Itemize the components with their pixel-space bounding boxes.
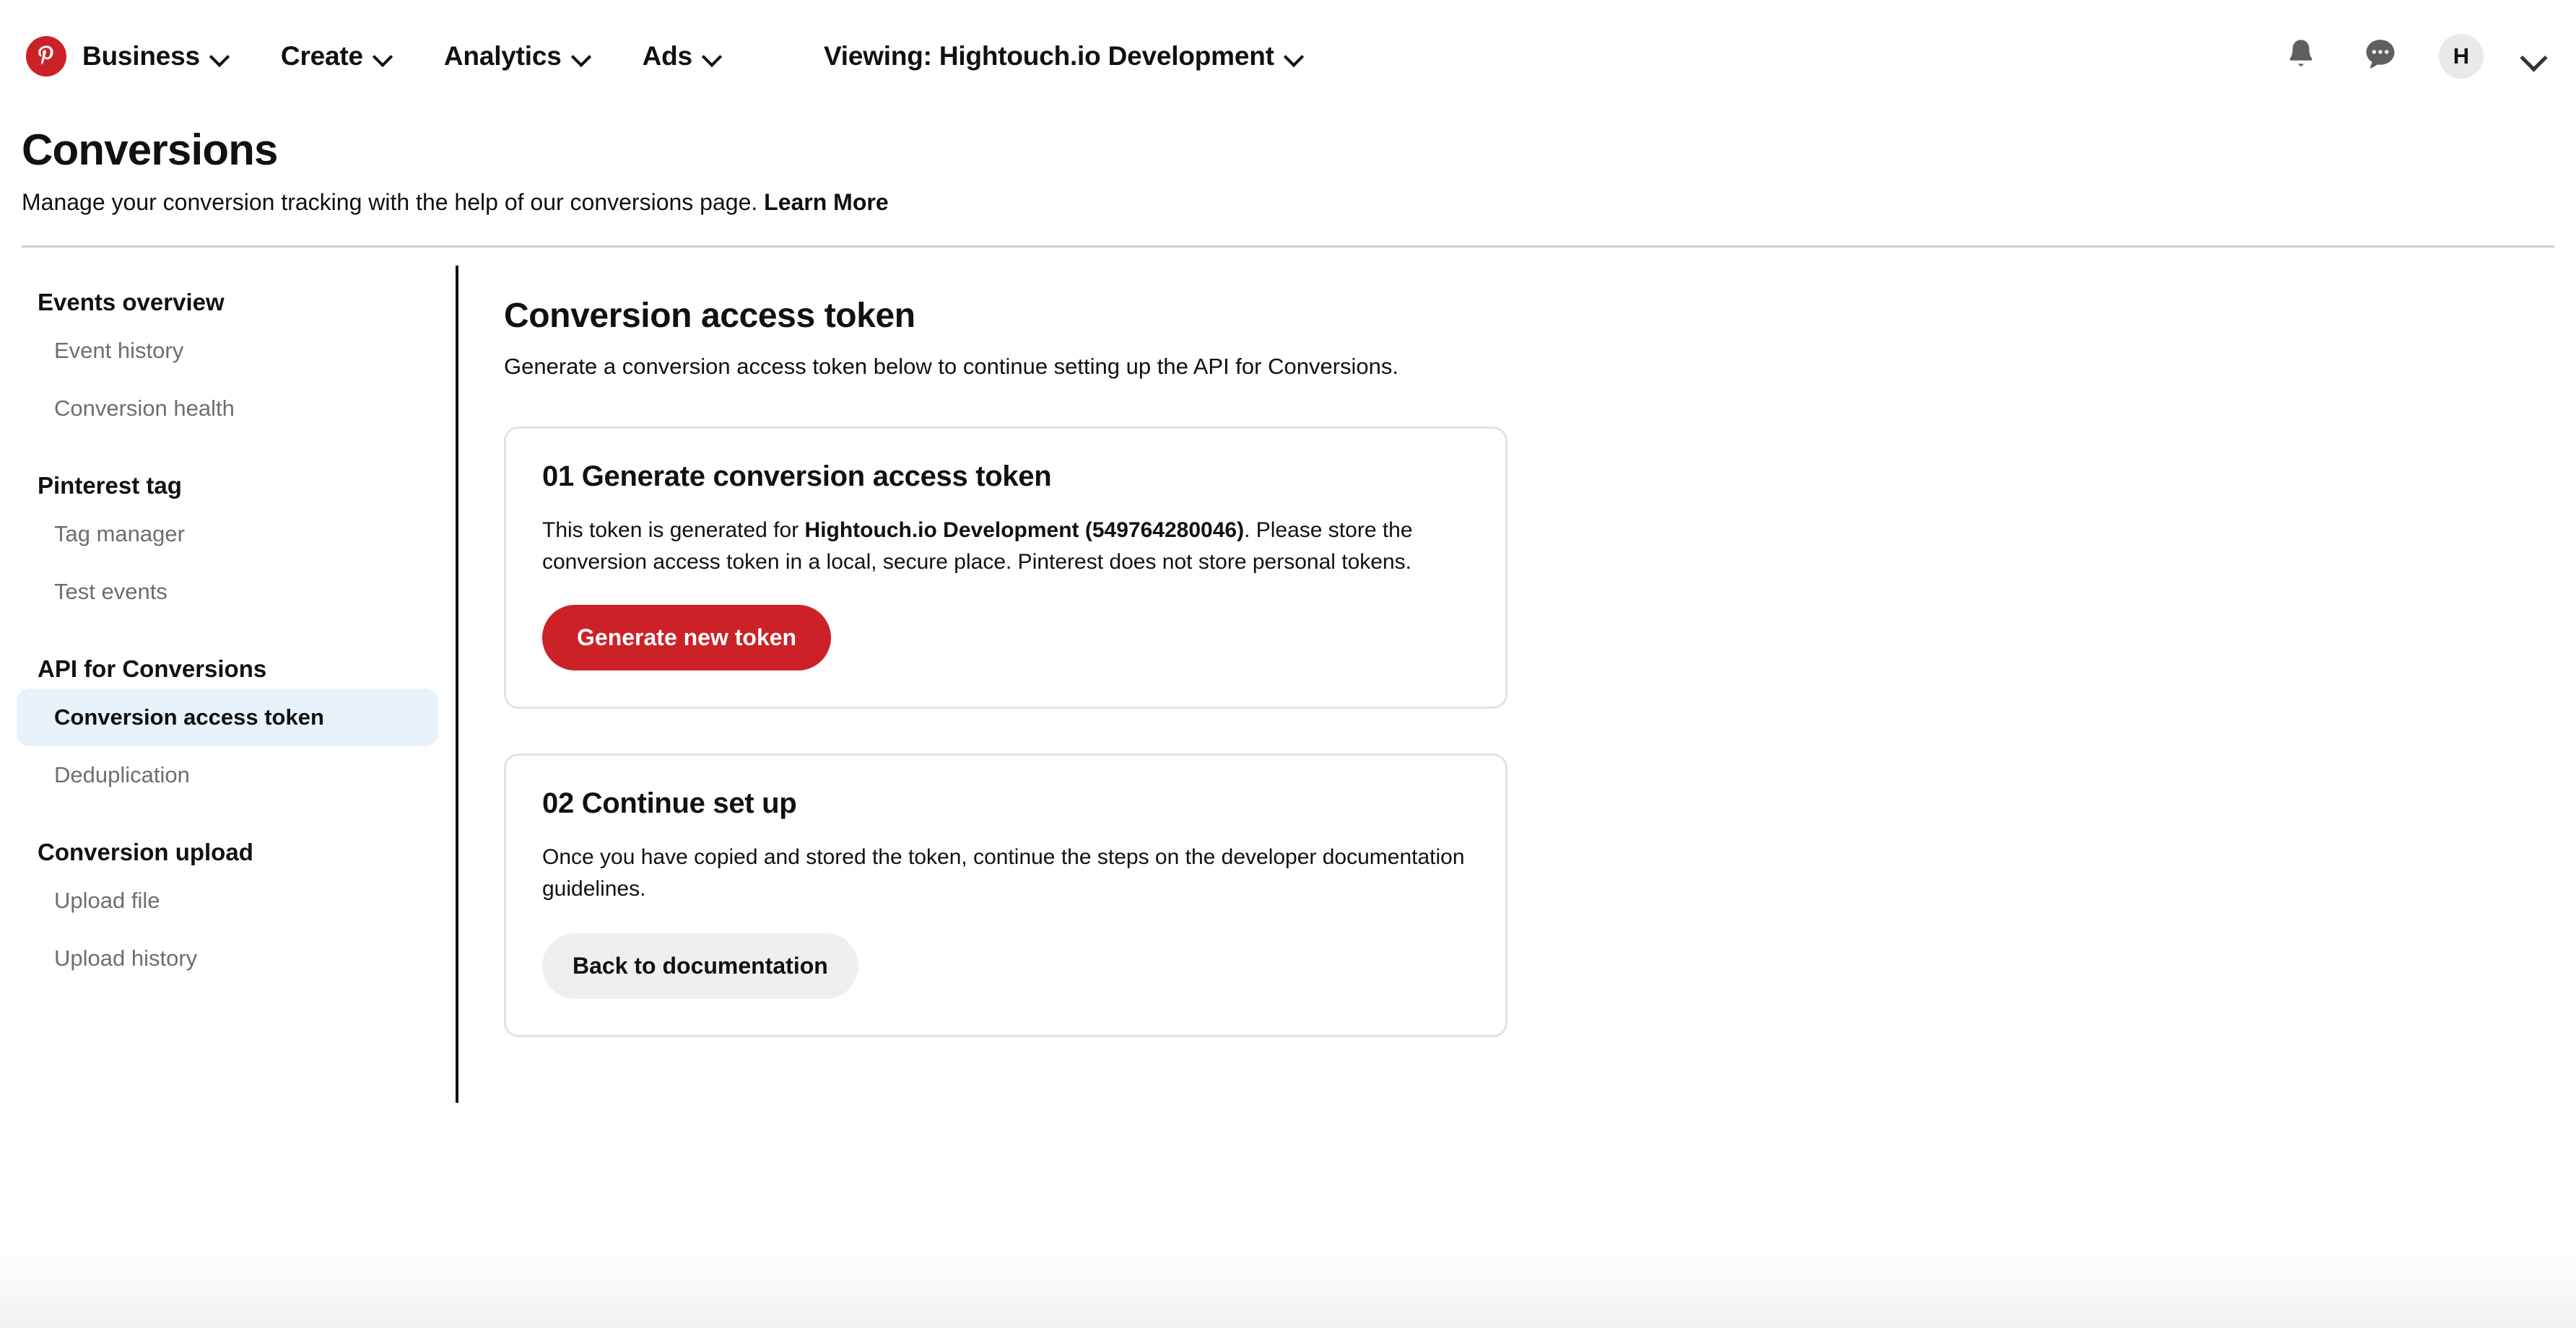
page-title: Conversions xyxy=(22,126,278,174)
sidebar-group-conversion-upload: Conversion upload Upload file Upload his… xyxy=(0,839,455,987)
chevron-down-icon xyxy=(702,47,721,66)
nav-item-create[interactable]: Create xyxy=(281,41,392,71)
card-generate-token: 01 Generate conversion access token This… xyxy=(504,427,1507,709)
sidebar-item-event-history[interactable]: Event history xyxy=(17,322,438,380)
card-generate-token-title: 01 Generate conversion access token xyxy=(542,460,1052,493)
nav-item-analytics-label: Analytics xyxy=(443,40,562,71)
sidebar-group-title-pinterest-tag: Pinterest tag xyxy=(38,472,182,499)
generate-new-token-button[interactable]: Generate new token xyxy=(542,605,832,671)
pinterest-conversions-page: Business Create Analytics Ads Viewing: H… xyxy=(0,0,2576,1328)
sidebar-group-title-conversion-upload: Conversion upload xyxy=(38,839,253,865)
page-subtitle: Manage your conversion tracking with the… xyxy=(22,187,889,218)
back-to-documentation-button[interactable]: Back to documentation xyxy=(542,933,858,1000)
nav-item-analytics[interactable]: Analytics xyxy=(444,41,591,71)
bell-icon xyxy=(2283,36,2319,76)
top-navigation-bar: Business Create Analytics Ads Viewing: H… xyxy=(0,0,2576,112)
pinterest-logo-icon[interactable] xyxy=(26,35,66,77)
nav-item-ads[interactable]: Ads xyxy=(643,41,721,71)
sidebar-content-divider xyxy=(456,266,458,1103)
card-generate-token-body: This token is generated for Hightouch.io… xyxy=(542,515,1469,577)
nav-item-ads-label: Ads xyxy=(642,40,693,71)
account-menu-chevron-down-icon[interactable] xyxy=(2521,44,2546,69)
token-account-label: Hightouch.io Development (549764280046) xyxy=(804,518,1245,543)
sidebar-item-tag-manager[interactable]: Tag manager xyxy=(17,505,438,563)
card-continue-setup-title: 02 Continue set up xyxy=(542,787,797,820)
notifications-button[interactable] xyxy=(2280,35,2322,77)
nav-item-business-label: Business xyxy=(82,40,200,71)
messages-button[interactable] xyxy=(2359,35,2401,77)
sidebar-group-title-events-overview: Events overview xyxy=(38,289,225,315)
chevron-down-icon xyxy=(1284,47,1303,66)
account-switcher-label: Viewing: Hightouch.io Development xyxy=(823,40,1274,71)
speech-bubble-ellipsis-icon xyxy=(2362,35,2399,77)
nav-item-business[interactable]: Business xyxy=(82,41,229,71)
header-divider xyxy=(22,245,2554,248)
chevron-down-icon xyxy=(572,47,591,66)
main-content: Conversion access token Generate a conve… xyxy=(504,296,1507,1038)
sidebar-group-pinterest-tag: Pinterest tag Tag manager Test events xyxy=(0,472,455,621)
main-heading: Conversion access token xyxy=(504,297,915,335)
sidebar-item-upload-history[interactable]: Upload history xyxy=(17,930,438,987)
nav-item-create-label: Create xyxy=(280,40,363,71)
page-subtitle-text: Manage your conversion tracking with the… xyxy=(22,189,758,215)
avatar-initial: H xyxy=(2453,43,2470,69)
chevron-down-icon xyxy=(210,47,229,66)
nav-right-group: H xyxy=(2280,0,2546,112)
sidebar-item-upload-file[interactable]: Upload file xyxy=(17,872,438,930)
sidebar-navigation: Events overview Event history Conversion… xyxy=(0,289,455,987)
footer-gradient-bar xyxy=(0,1234,2576,1328)
sidebar-item-conversion-access-token[interactable]: Conversion access token xyxy=(17,689,438,746)
token-body-prefix: This token is generated for xyxy=(542,518,805,543)
sidebar-group-api-for-conversions: API for Conversions Conversion access to… xyxy=(0,655,455,804)
sidebar-item-test-events[interactable]: Test events xyxy=(17,563,438,621)
page-header: Conversions Manage your conversion track… xyxy=(22,126,889,218)
nav-left-group: Business Create Analytics Ads Viewing: H… xyxy=(0,35,1303,77)
learn-more-link[interactable]: Learn More xyxy=(764,189,888,215)
card-continue-setup-body: Once you have copied and stored the toke… xyxy=(542,845,1465,901)
main-description: Generate a conversion access token below… xyxy=(504,354,1399,380)
chevron-down-icon xyxy=(373,47,392,66)
card-continue-setup: 02 Continue set up Once you have copied … xyxy=(504,753,1507,1038)
sidebar-group-title-api-for-conversions: API for Conversions xyxy=(38,655,267,682)
account-switcher[interactable]: Viewing: Hightouch.io Development xyxy=(824,41,1303,71)
avatar[interactable]: H xyxy=(2439,33,2484,79)
sidebar-group-events-overview: Events overview Event history Conversion… xyxy=(0,289,455,437)
sidebar-item-conversion-health[interactable]: Conversion health xyxy=(17,380,438,437)
sidebar-item-deduplication[interactable]: Deduplication xyxy=(17,746,438,804)
